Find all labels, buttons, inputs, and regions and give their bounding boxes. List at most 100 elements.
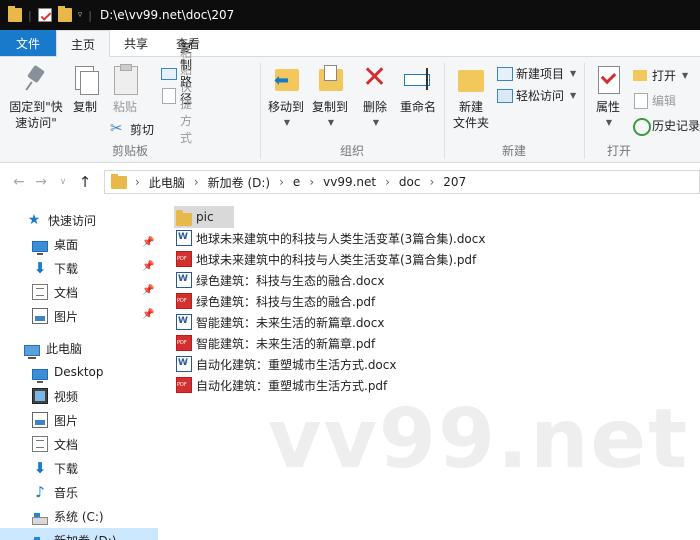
list-item-folder-pic[interactable]: pic (174, 206, 234, 228)
breadcrumb-207[interactable]: 207 (443, 175, 466, 189)
pin-label-line1: 固定到"快 (9, 100, 63, 114)
customize-toolbar-chevron-icon[interactable]: ▿ (78, 10, 83, 20)
list-item[interactable]: 地球未来建筑中的科技与人类生活变革(3篇合集).pdf (174, 248, 480, 270)
pin-icon[interactable]: 📌 (142, 261, 154, 273)
easy-access-button[interactable]: 轻松访问 ▼ (496, 85, 576, 105)
file-name: 智能建筑：未来生活的新篇章.docx (196, 315, 385, 330)
copy-icon (69, 63, 101, 95)
breadcrumb-chevron-icon[interactable]: › (429, 175, 434, 189)
nav-item-pc-documents[interactable]: 文档 (0, 432, 158, 456)
tab-home[interactable]: 主页 (56, 30, 111, 57)
list-item[interactable]: 绿色建筑：科技与生态的融合.pdf (174, 290, 379, 312)
breadcrumb-doc[interactable]: doc (399, 175, 421, 189)
nav-quick-access[interactable]: ★ 快速访问 (0, 208, 158, 232)
list-item[interactable]: 自动化建筑：重塑城市生活方式.docx (174, 353, 400, 375)
forward-arrow-icon[interactable]: → (30, 174, 52, 190)
properties-button[interactable]: 属性 ▼ (590, 63, 626, 131)
nav-this-pc[interactable]: 此电脑 (0, 336, 158, 360)
breadcrumb-chevron-icon[interactable]: › (135, 175, 140, 189)
open-button[interactable]: 打开 ▼ (632, 65, 688, 85)
nav-item-pictures[interactable]: 图片 📌 (0, 304, 158, 328)
delete-label: 删除 (362, 100, 387, 114)
move-to-button[interactable]: 移动到 ▼ (264, 63, 308, 131)
cut-button[interactable]: 剪切 (110, 119, 154, 139)
title-bar: | ▿ | D:\e\vv99.net\doc\207 (0, 0, 700, 30)
delete-button[interactable]: 删除 ▼ (358, 61, 392, 131)
new-folder-button[interactable]: 新建 文件夹 (450, 63, 492, 131)
computer-icon (24, 344, 40, 359)
copy-to-label: 复制到 (311, 100, 348, 114)
up-arrow-icon[interactable]: ↑ (74, 173, 96, 191)
file-list: pic 地球未来建筑中的科技与人类生活变革(3篇合集).docx 地球未来建筑中… (158, 200, 700, 540)
history-icon (632, 117, 651, 136)
pin-to-quick-access-button[interactable]: 固定到"快 速访问" (4, 63, 68, 131)
new-group-label: 新建 (501, 144, 526, 158)
nav-label: 下载 (54, 461, 79, 476)
pin-icon[interactable]: 📌 (142, 285, 154, 297)
nav-item-videos[interactable]: 视频 (0, 384, 158, 408)
new-item-label: 新建项目 (516, 66, 565, 81)
new-item-icon (496, 65, 513, 81)
copy-button[interactable]: 复制 (68, 63, 102, 115)
navigation-pane: ★ 快速访问 桌面 📌 ⬇ 下载 📌 文档 📌 图片 📌 此电脑 Desktop… (0, 200, 158, 540)
tab-file[interactable]: 文件 (0, 30, 56, 56)
list-item[interactable]: 绿色建筑：科技与生态的融合.docx (174, 269, 388, 291)
paste-label: 粘贴 (112, 100, 137, 114)
move-to-icon (270, 63, 302, 95)
breadcrumb-vv99[interactable]: vv99.net (323, 175, 376, 189)
breadcrumb-e[interactable]: e (293, 175, 300, 189)
desktop-icon (32, 368, 48, 383)
nav-item-pc-pictures[interactable]: 图片 (0, 408, 158, 432)
nav-item-drive-d[interactable]: 新加卷 (D:) (0, 528, 158, 540)
paste-shortcut-icon (160, 87, 176, 104)
word-document-icon (176, 230, 192, 246)
nav-item-downloads[interactable]: ⬇ 下载 📌 (0, 256, 158, 280)
star-icon: ★ (27, 212, 41, 228)
tab-share[interactable]: 共享 (110, 30, 162, 56)
documents-icon (32, 436, 48, 452)
toolbar-separator: | (88, 8, 92, 22)
list-item[interactable]: 智能建筑：未来生活的新篇章.pdf (174, 332, 379, 354)
rename-button[interactable]: 重命名 (396, 63, 440, 115)
paste-shortcut-button[interactable]: 粘贴快捷方式 (160, 46, 192, 145)
nav-item-pc-downloads[interactable]: ⬇ 下载 (0, 456, 158, 480)
list-item[interactable]: 地球未来建筑中的科技与人类生活变革(3篇合集).docx (174, 227, 489, 249)
recent-locations-chevron-down-icon[interactable]: ∨ (52, 177, 74, 187)
breadcrumb-chevron-icon[interactable]: › (194, 175, 199, 189)
properties-quick-icon[interactable] (37, 8, 52, 22)
organize-group-label: 组织 (339, 144, 364, 158)
nav-item-documents[interactable]: 文档 📌 (0, 280, 158, 304)
edit-label: 编辑 (652, 93, 677, 108)
paste-button[interactable]: 粘贴 (108, 63, 142, 115)
nav-label: 快速访问 (48, 213, 97, 228)
breadcrumb-chevron-icon[interactable]: › (385, 175, 390, 189)
breadcrumb-drive-d[interactable]: 新加卷 (D:) (208, 174, 270, 191)
pin-icon[interactable]: 📌 (142, 309, 154, 321)
pictures-icon (32, 412, 48, 428)
file-name: 绿色建筑：科技与生态的融合.docx (196, 273, 385, 288)
nav-item-music[interactable]: ♪ 音乐 (0, 480, 158, 504)
new-item-button[interactable]: 新建项目 ▼ (496, 63, 576, 83)
address-bar[interactable]: › 此电脑 › 新加卷 (D:) › e › vv99.net › doc › … (104, 170, 700, 194)
back-arrow-icon[interactable]: ← (8, 174, 30, 190)
list-item[interactable]: 自动化建筑：重塑城市生活方式.pdf (174, 374, 391, 396)
new-folder-icon (455, 63, 487, 95)
nav-item-desktop[interactable]: 桌面 📌 (0, 232, 158, 256)
breadcrumb-chevron-icon[interactable]: › (309, 175, 314, 189)
pin-icon[interactable]: 📌 (142, 237, 154, 249)
breadcrumb-chevron-icon[interactable]: › (279, 175, 284, 189)
nav-item-pc-desktop[interactable]: Desktop (0, 360, 158, 384)
history-button[interactable]: 历史记录 (632, 115, 700, 136)
delete-x-icon (359, 61, 391, 95)
file-name: pic (196, 210, 214, 224)
nav-item-drive-c[interactable]: 系统 (C:) (0, 504, 158, 528)
nav-label: 音乐 (54, 485, 79, 500)
new-folder-quick-icon[interactable] (57, 6, 72, 22)
ribbon-tabs: 文件 主页 共享 查看 (0, 30, 700, 57)
list-item[interactable]: 智能建筑：未来生活的新篇章.docx (174, 311, 388, 333)
edit-button[interactable]: 编辑 (632, 90, 676, 110)
copy-to-button[interactable]: 复制到 ▼ (308, 63, 352, 131)
properties-label: 属性 (595, 100, 620, 114)
breadcrumb-this-pc[interactable]: 此电脑 (149, 174, 185, 191)
nav-label: 桌面 (54, 237, 79, 252)
